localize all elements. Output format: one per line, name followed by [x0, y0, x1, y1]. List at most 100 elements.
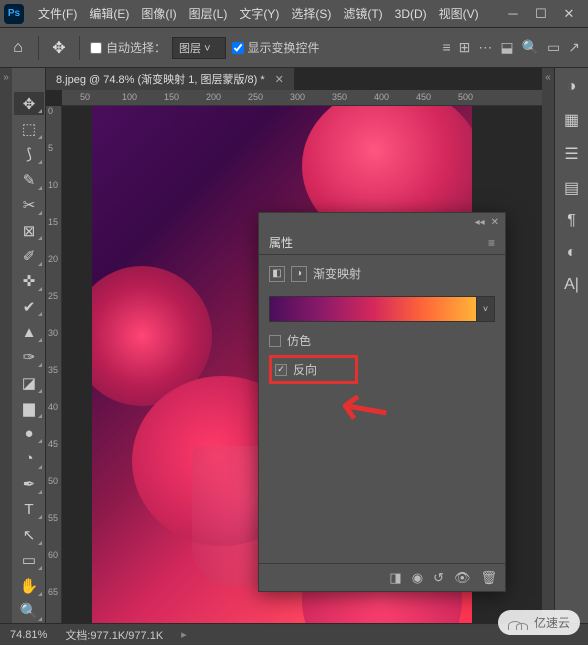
- menu-3d[interactable]: 3D(D): [389, 3, 433, 25]
- menu-type[interactable]: 文字(Y): [233, 1, 285, 26]
- ruler-tick: 20: [48, 254, 58, 264]
- gutter-right[interactable]: «: [542, 68, 554, 623]
- search-icon[interactable]: 🔍: [522, 39, 539, 56]
- panel-title: 属性: [269, 234, 293, 251]
- ruler-tick: 350: [332, 92, 347, 102]
- panel-collapse-icon[interactable]: ◂◂: [475, 217, 485, 228]
- watermark: 亿速云: [498, 610, 580, 635]
- 3d-mode-icon[interactable]: ⬓: [500, 39, 513, 56]
- ruler-tick: 450: [416, 92, 431, 102]
- eyedropper-tool[interactable]: ✐: [14, 244, 44, 267]
- eraser-tool[interactable]: ◪: [14, 371, 44, 394]
- reverse-checkbox[interactable]: ✓: [275, 364, 287, 376]
- character-panel-icon[interactable]: A|: [564, 276, 579, 294]
- document-tab[interactable]: 8.jpeg @ 74.8% (渐变映射 1, 图层蒙版/8) * ✕: [46, 68, 295, 90]
- blur-tool[interactable]: ●: [14, 422, 44, 445]
- frame-tool[interactable]: ⊠: [14, 219, 44, 242]
- share-icon[interactable]: ↗: [568, 39, 580, 56]
- dodge-tool[interactable]: ◔: [14, 447, 44, 470]
- ruler-horizontal[interactable]: 50100150200250300350400450500: [62, 90, 542, 106]
- marquee-tool[interactable]: ⬚: [14, 117, 44, 140]
- menu-image[interactable]: 图像(I): [135, 1, 182, 26]
- auto-select-checkbox[interactable]: 自动选择：: [90, 39, 166, 56]
- dither-label: 仿色: [287, 332, 311, 349]
- adjustment-name: 渐变映射: [313, 265, 361, 282]
- zoom-value[interactable]: 74.81%: [10, 629, 47, 641]
- gutter-left[interactable]: »: [0, 68, 12, 623]
- adjustments-panel-icon[interactable]: ◐: [567, 244, 577, 262]
- ruler-tick: 10: [48, 180, 58, 190]
- ruler-tick: 25: [48, 291, 58, 301]
- stamp-tool[interactable]: ▲: [14, 320, 44, 343]
- mask-icon: ◑: [291, 266, 307, 282]
- toggle-visibility-icon[interactable]: 👁: [454, 570, 471, 586]
- healing-tool[interactable]: ✜: [14, 270, 44, 293]
- auto-select-label: 自动选择：: [106, 39, 166, 56]
- libraries-panel-icon[interactable]: ☰: [564, 144, 578, 164]
- ruler-tick: 300: [290, 92, 305, 102]
- home-icon[interactable]: ⌂: [8, 38, 28, 58]
- ruler-tick: 5: [48, 143, 53, 153]
- history-brush-tool[interactable]: ✑: [14, 346, 44, 369]
- ruler-tick: 100: [122, 92, 137, 102]
- ruler-tick: 500: [458, 92, 473, 102]
- menu-view[interactable]: 视图(V): [433, 1, 485, 26]
- panel-close-icon[interactable]: ✕: [491, 217, 499, 228]
- auto-select-dropdown[interactable]: 图层 ˅: [172, 37, 225, 59]
- minimize-button[interactable]: ─: [506, 6, 520, 22]
- delete-icon[interactable]: 🗑: [480, 570, 497, 586]
- menu-filter[interactable]: 滤镜(T): [337, 1, 388, 26]
- path-select-tool[interactable]: ↖: [14, 523, 44, 546]
- ruler-tick: 15: [48, 217, 58, 227]
- maximize-button[interactable]: ☐: [534, 6, 548, 22]
- ruler-tick: 400: [374, 92, 389, 102]
- swatches-panel-icon[interactable]: ▦: [564, 110, 579, 130]
- quick-select-tool[interactable]: ✎: [14, 168, 44, 191]
- ruler-tick: 150: [164, 92, 179, 102]
- properties-panel-icon[interactable]: ▤: [564, 178, 579, 198]
- close-button[interactable]: ✕: [562, 6, 576, 22]
- align-icon[interactable]: ≡: [442, 39, 450, 56]
- menu-edit[interactable]: 编辑(E): [83, 1, 135, 26]
- move-tool-icon[interactable]: ✥: [49, 38, 69, 58]
- properties-panel: ◂◂ ✕ 属性 ≡ ◧ ◑ 渐变映射 ˅ 仿色 ✓ 反向 ↖ ◨ ◉ ↺: [258, 212, 506, 592]
- paragraph-panel-icon[interactable]: ¶: [567, 212, 576, 230]
- tools-panel: ✥⬚ ⟆✎ ✂⊠✐ ✜✔▲ ✑◪ ▆●◔ ✒T↖ ▭✋ 🔍: [12, 68, 46, 623]
- more-icon[interactable]: ⋯: [478, 39, 492, 56]
- menu-file[interactable]: 文件(F): [32, 1, 83, 26]
- hand-tool[interactable]: ✋: [14, 574, 44, 597]
- ruler-tick: 50: [48, 476, 58, 486]
- show-transform-checkbox[interactable]: 显示变换控件: [232, 39, 320, 56]
- color-panel-icon[interactable]: ◑: [567, 78, 577, 96]
- close-tab-icon[interactable]: ✕: [275, 73, 284, 86]
- workspace-icon[interactable]: ▭: [547, 39, 560, 56]
- gradient-preview[interactable]: [269, 296, 477, 322]
- menu-layer[interactable]: 图层(L): [183, 1, 234, 26]
- ruler-tick: 30: [48, 328, 58, 338]
- brush-tool[interactable]: ✔: [14, 295, 44, 318]
- view-previous-icon[interactable]: ◉: [412, 570, 423, 586]
- status-more-icon[interactable]: ▸: [181, 628, 187, 641]
- crop-tool[interactable]: ✂: [14, 194, 44, 217]
- doc-info[interactable]: 文档:977.1K/977.1K: [65, 627, 163, 643]
- distribute-icon[interactable]: ⊞: [459, 39, 471, 56]
- shape-tool[interactable]: ▭: [14, 549, 44, 572]
- ruler-tick: 250: [248, 92, 263, 102]
- menu-select[interactable]: 选择(S): [285, 1, 337, 26]
- gradient-tool[interactable]: ▆: [14, 397, 44, 420]
- watermark-icon: [508, 616, 530, 630]
- dither-checkbox[interactable]: [269, 335, 281, 347]
- type-tool[interactable]: T: [14, 498, 44, 521]
- ruler-tick: 60: [48, 550, 58, 560]
- pen-tool[interactable]: ✒: [14, 473, 44, 496]
- panel-menu-icon[interactable]: ≡: [488, 236, 495, 250]
- ruler-vertical[interactable]: 0510152025303540455055606570: [46, 106, 62, 623]
- clip-to-layer-icon[interactable]: ◨: [389, 570, 401, 586]
- adjustment-type-icon: ◧: [269, 266, 285, 282]
- lasso-tool[interactable]: ⟆: [14, 143, 44, 166]
- reset-icon[interactable]: ↺: [433, 570, 444, 586]
- zoom-tool[interactable]: 🔍: [14, 600, 44, 623]
- document-tab-title: 8.jpeg @ 74.8% (渐变映射 1, 图层蒙版/8) *: [56, 71, 265, 87]
- move-tool[interactable]: ✥: [14, 92, 44, 115]
- gradient-dropdown[interactable]: ˅: [477, 296, 495, 322]
